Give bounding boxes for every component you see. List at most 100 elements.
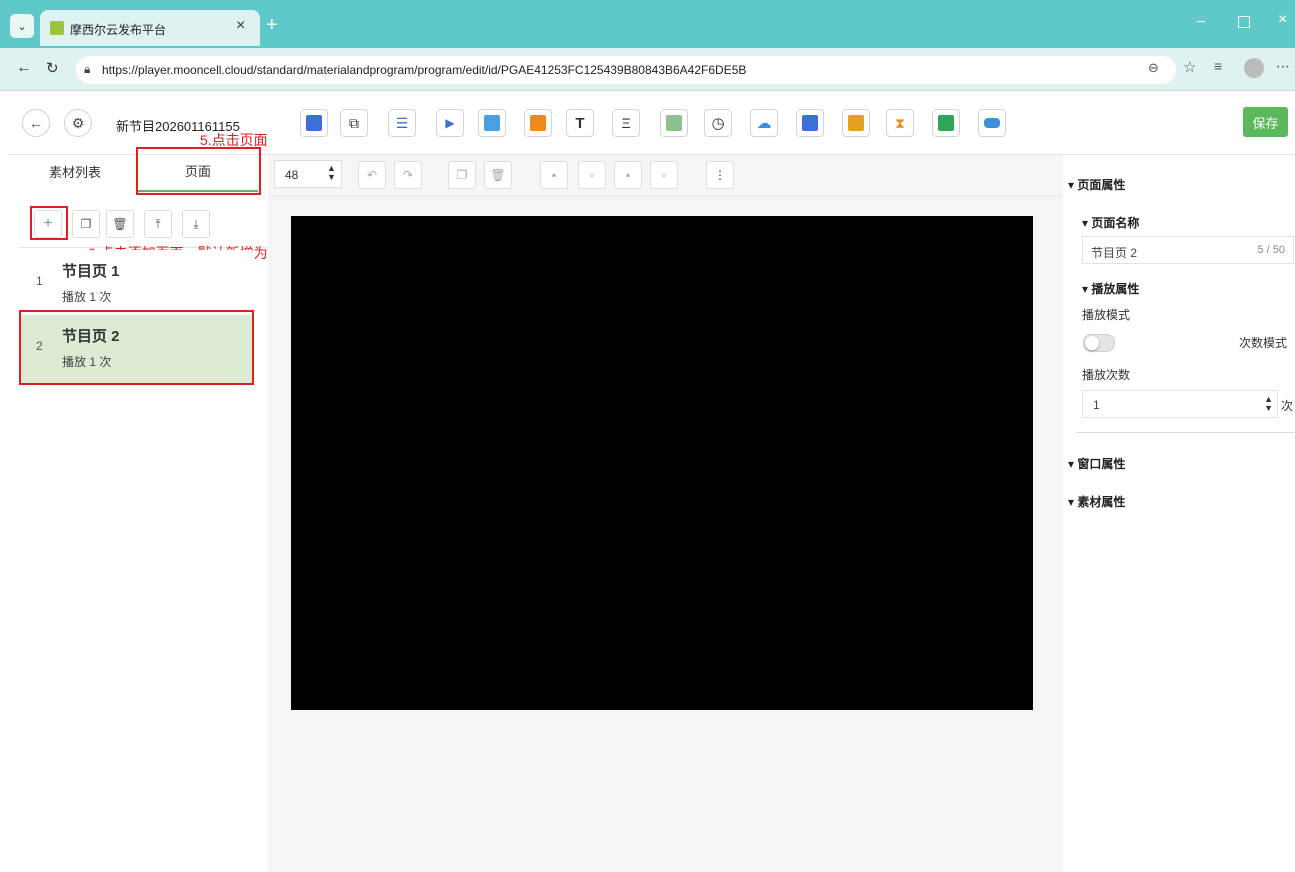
page-props-title[interactable]: ▾ 页面属性 <box>1068 176 1125 193</box>
page-name-value: 节目页 2 <box>1091 246 1138 260</box>
material-props-title[interactable]: ▾ 素材属性 <box>1068 493 1125 510</box>
page-icon <box>306 115 322 131</box>
layout-tool-button[interactable]: ☰ <box>388 109 416 137</box>
stepper-arrows-icon[interactable]: ▲ ▼ <box>327 164 336 182</box>
device-icon <box>984 118 1000 128</box>
marquee-tool-button[interactable] <box>842 109 870 137</box>
paragraph-icon: Ξ <box>621 115 631 131</box>
reload-icon[interactable]: ↻ <box>46 59 59 77</box>
page-tool-button[interactable] <box>300 109 328 137</box>
url-field[interactable]: 🔒︎ https://player.mooncell.cloud/standar… <box>76 56 1176 84</box>
folder-tool-button[interactable] <box>524 109 552 137</box>
undo-icon: ↶ <box>366 168 378 182</box>
program-canvas[interactable] <box>291 216 1033 710</box>
folder-icon <box>530 115 546 131</box>
count-mode-label: 次数模式 <box>1239 336 1288 350</box>
calc-tool-button[interactable] <box>796 109 824 137</box>
play-mode-toggle[interactable] <box>1083 334 1115 352</box>
send-backward-icon: ▫ <box>589 168 595 182</box>
device-tool-button[interactable] <box>978 109 1006 137</box>
favorites-list-icon[interactable]: ≡ <box>1214 58 1222 74</box>
play-times-stepper[interactable]: 1 ▲ ▼ <box>1082 390 1278 418</box>
move-top-button[interactable]: ⤒ <box>144 210 172 238</box>
multiline-text-tool-button[interactable]: Ξ <box>612 109 640 137</box>
layers-icon: ☰ <box>395 114 409 131</box>
clock-tool-button[interactable]: ◷ <box>704 109 732 137</box>
more-menu-icon[interactable]: ⋯ <box>1276 58 1290 75</box>
page-name-field[interactable]: 节目页 2 5 / 50 <box>1082 236 1294 264</box>
copy-page-button[interactable]: ❐ <box>72 210 100 238</box>
browser-tab[interactable]: 摩西尔云发布平台 × <box>40 10 260 46</box>
play-props-title[interactable]: ▾ 播放属性 <box>1082 280 1139 297</box>
minimize-icon[interactable]: − <box>1196 14 1205 32</box>
web-icon <box>666 115 682 131</box>
back-arrow-icon: ← <box>29 115 43 131</box>
lock-icon: 🔒︎ <box>84 62 91 76</box>
vertical-dots-icon: ⋮ <box>714 168 726 182</box>
maximize-icon[interactable] <box>1238 16 1250 28</box>
move-bottom-icon: ⤓ <box>193 216 199 231</box>
undo-button[interactable]: ↶ <box>358 161 386 189</box>
toggle-knob <box>1085 336 1099 350</box>
close-tab-icon[interactable]: × <box>236 17 245 35</box>
weather-tool-button[interactable]: ☁ <box>750 109 778 137</box>
delete-page-button[interactable]: 🗑︎ <box>106 210 134 238</box>
move-top-icon: ⤒ <box>155 216 161 231</box>
hourglass-icon: ⧗ <box>895 114 905 131</box>
favorite-star-icon[interactable]: ☆ <box>1183 58 1196 76</box>
video-tool-button[interactable]: ▶ <box>436 109 464 137</box>
tab-title: 摩西尔云发布平台 <box>70 23 167 37</box>
divider <box>1076 432 1295 433</box>
redo-button[interactable]: ↷ <box>394 161 422 189</box>
stepper-arrows-icon[interactable]: ▲ ▼ <box>1264 395 1273 413</box>
site-favicon-icon <box>50 21 64 35</box>
send-to-back-button[interactable]: ▫ <box>650 161 678 189</box>
files-tool-button[interactable] <box>932 109 960 137</box>
page-name: 节目页 1 <box>62 263 120 280</box>
trash-icon: 🗑︎ <box>112 217 128 231</box>
trash-icon: 🗑︎ <box>490 168 506 182</box>
window-props-title[interactable]: ▾ 窗口属性 <box>1068 455 1125 472</box>
tab-list-chevron-icon[interactable]: ⌄ <box>10 14 34 38</box>
delete-element-button[interactable]: 🗑︎ <box>484 161 512 189</box>
new-tab-icon[interactable]: + <box>266 14 278 37</box>
page-index: 1 <box>36 274 43 288</box>
timer-tool-button[interactable]: ⧗ <box>886 109 914 137</box>
annotation-box-pages-tab <box>136 147 261 195</box>
send-to-back-icon: ▫ <box>661 168 667 182</box>
page-name-title[interactable]: ▾ 页面名称 <box>1082 214 1139 231</box>
profile-avatar-icon[interactable] <box>1244 58 1264 78</box>
window-close-icon[interactable]: × <box>1278 11 1287 29</box>
send-backward-button[interactable]: ▫ <box>578 161 606 189</box>
settings-button[interactable]: ⚙ <box>64 109 92 137</box>
more-options-button[interactable]: ⋮ <box>706 161 734 189</box>
bring-to-front-button[interactable]: ▪ <box>614 161 642 189</box>
video-icon: ▶ <box>445 116 455 130</box>
copy-icon: ❐ <box>80 217 92 231</box>
save-button[interactable]: 保存 <box>1243 107 1288 137</box>
copy-element-button[interactable]: ❐ <box>448 161 476 189</box>
text-tool-button[interactable]: T <box>566 109 594 137</box>
copy-icon: ❐ <box>456 168 468 182</box>
copy-tool-button[interactable]: ⧉ <box>340 109 368 137</box>
back-button[interactable]: ← <box>22 109 50 137</box>
font-size-stepper[interactable]: 48 ▲ ▼ <box>274 160 342 188</box>
web-tool-button[interactable] <box>660 109 688 137</box>
page-list-item-1[interactable]: 1 节目页 1 播放 1 次 <box>20 250 252 318</box>
bring-forward-button[interactable]: ▪ <box>540 161 568 189</box>
image-tool-button[interactable] <box>478 109 506 137</box>
annotation-box-add-page <box>30 206 68 240</box>
tab-material-list[interactable]: 素材列表 <box>20 152 130 190</box>
toolbar-divider <box>268 196 1063 197</box>
back-arrow-icon[interactable]: ← <box>16 59 32 77</box>
bring-forward-icon: ▪ <box>551 168 557 182</box>
move-bottom-button[interactable]: ⤓ <box>182 210 210 238</box>
times-unit: 次 <box>1281 399 1294 413</box>
play-times-value: 1 <box>1093 398 1100 412</box>
image-icon <box>484 115 500 131</box>
marquee-icon <box>848 115 864 131</box>
annotation-step5: 5.点击页面 <box>200 132 268 148</box>
files-icon <box>938 115 954 131</box>
clock-icon: ◷ <box>711 115 725 132</box>
zoom-icon[interactable]: ⊖ <box>1148 60 1159 76</box>
